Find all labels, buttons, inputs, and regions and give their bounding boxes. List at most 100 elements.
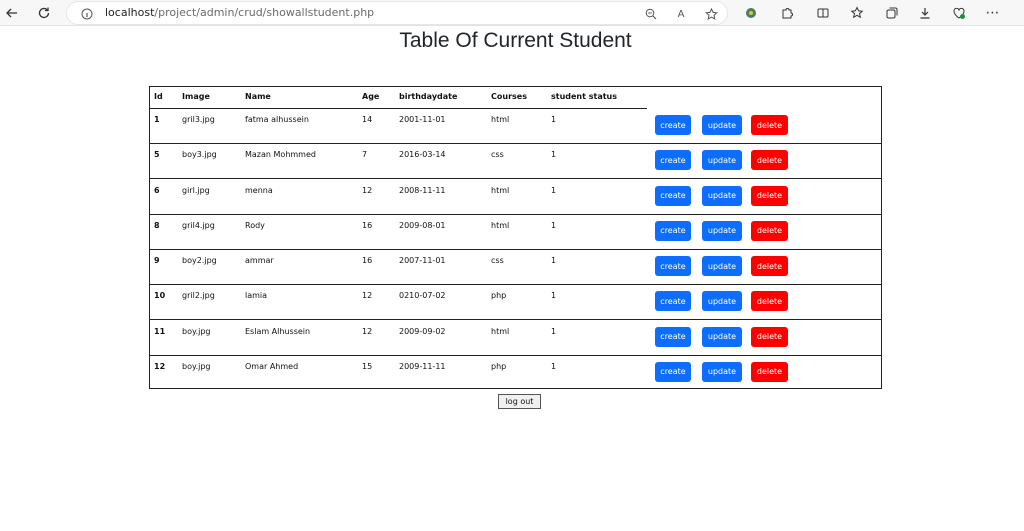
download-icon[interactable] <box>915 3 935 23</box>
cell-id: 11 <box>154 326 166 336</box>
delete-button[interactable]: delete <box>751 256 788 276</box>
back-icon[interactable] <box>2 3 22 23</box>
cell-status: 1 <box>551 361 557 371</box>
cell-id: 8 <box>154 220 160 230</box>
cell-image: girl.jpg <box>182 185 210 195</box>
cell-id: 12 <box>154 361 166 371</box>
favorite-star-icon[interactable] <box>701 4 721 24</box>
cell-birthdate: 2009-08-01 <box>399 220 446 230</box>
cell-name: Eslam Alhussein <box>245 326 311 336</box>
cell-status: 1 <box>551 256 557 265</box>
table-row: 12 boy.jpg Omar Ahmed 15 2009-11-11 php 1 creat… <box>150 356 881 391</box>
header-status: student status <box>551 92 618 101</box>
url-host: localhost <box>105 6 155 19</box>
update-button[interactable]: update <box>702 150 742 171</box>
page-title: Table Of Current Student <box>399 29 632 52</box>
cell-name: lamia <box>245 291 268 301</box>
update-button[interactable]: update <box>702 185 742 206</box>
cell-course: php <box>491 361 507 371</box>
create-button[interactable]: create <box>655 361 691 382</box>
cell-age: 15 <box>362 361 373 371</box>
create-button[interactable]: create <box>655 185 691 206</box>
puzzle-icon[interactable] <box>777 3 797 23</box>
cell-age: 16 <box>362 220 373 230</box>
cell-age: 7 <box>362 150 368 160</box>
cell-status: 1 <box>551 115 557 124</box>
favorites-icon[interactable] <box>847 3 867 23</box>
create-button[interactable]: create <box>655 220 691 241</box>
cell-id: 10 <box>154 291 166 301</box>
cell-image: boy2.jpg <box>182 256 217 265</box>
address-bar[interactable]: localhost/project/admin/crud/showallstud… <box>66 1 728 25</box>
cell-birthdate: 2009-09-02 <box>399 326 446 336</box>
url-text: localhost/project/admin/crud/showallstud… <box>105 6 374 19</box>
cell-course: php <box>491 291 507 301</box>
cell-age: 12 <box>362 326 373 336</box>
delete-button[interactable]: delete <box>751 150 788 171</box>
delete-button[interactable]: delete <box>751 361 788 382</box>
cell-course: css <box>491 256 504 265</box>
update-button[interactable]: update <box>702 326 742 347</box>
cell-course: html <box>491 326 510 336</box>
student-table: Id Image Name Age birthdaydate Courses s… <box>149 86 882 389</box>
create-button[interactable]: create <box>655 115 691 135</box>
cell-status: 1 <box>551 150 557 160</box>
split-screen-icon[interactable] <box>813 3 833 23</box>
performance-icon[interactable] <box>949 3 969 23</box>
header-image: Image <box>182 92 210 101</box>
cell-birthdate: 2009-11-11 <box>399 361 446 371</box>
cell-id: 9 <box>154 256 160 265</box>
more-icon[interactable]: ⋯ <box>983 3 1003 23</box>
url-path: /project/admin/crud/showallstudent.php <box>154 6 375 19</box>
cell-name: ammar <box>245 256 274 265</box>
cell-id: 5 <box>154 150 160 160</box>
header-id: Id <box>154 92 163 101</box>
zoom-icon[interactable] <box>641 4 661 24</box>
table-row: 11 boy.jpg Eslam Alhussein 12 2009-09-02 html… <box>150 321 881 356</box>
info-icon[interactable] <box>77 4 97 24</box>
table-row: 10 gril2.jpg lamia 12 0210-07-02 php 1 create up… <box>150 285 881 321</box>
update-button[interactable]: update <box>702 291 742 312</box>
cell-birthdate: 2008-11-11 <box>399 185 446 195</box>
update-button[interactable]: update <box>702 220 742 241</box>
extension-icon[interactable] <box>741 3 761 23</box>
cell-age: 12 <box>362 291 373 301</box>
update-button[interactable]: update <box>702 115 742 135</box>
delete-button[interactable]: delete <box>751 220 788 241</box>
cell-birthdate: 2001-11-01 <box>399 115 446 124</box>
cell-status: 1 <box>551 291 557 301</box>
cell-birthdate: 0210-07-02 <box>399 291 446 301</box>
table-row: 9 boy2.jpg ammar 16 2007-11-01 css 1 create upda… <box>150 250 881 285</box>
create-button[interactable]: create <box>655 256 691 276</box>
collections-icon[interactable] <box>882 3 902 23</box>
create-button[interactable]: create <box>655 150 691 171</box>
table-row: 1 gril3.jpg fatma alhussein 14 2001-11-01 htm… <box>150 109 881 144</box>
delete-button[interactable]: delete <box>751 185 788 206</box>
cell-course: html <box>491 185 510 195</box>
cell-image: gril3.jpg <box>182 115 215 124</box>
cell-id: 1 <box>154 115 160 124</box>
cell-name: Omar Ahmed <box>245 361 299 371</box>
cell-name: menna <box>245 185 273 195</box>
logout-button[interactable]: log out <box>498 394 541 409</box>
delete-button[interactable]: delete <box>751 326 788 347</box>
delete-button[interactable]: delete <box>751 291 788 312</box>
refresh-icon[interactable] <box>34 3 54 23</box>
cell-id: 6 <box>154 185 160 195</box>
cell-course: css <box>491 150 504 160</box>
cell-course: html <box>491 220 510 230</box>
header-name: Name <box>245 92 271 101</box>
table-header: Id Image Name Age birthdaydate Courses s… <box>150 87 647 109</box>
cell-status: 1 <box>551 326 557 336</box>
header-courses: Courses <box>491 92 527 101</box>
header-birthdate: birthdaydate <box>399 92 458 101</box>
cell-age: 16 <box>362 256 373 265</box>
create-button[interactable]: create <box>655 291 691 312</box>
delete-button[interactable]: delete <box>751 115 788 135</box>
update-button[interactable]: update <box>702 256 742 276</box>
update-button[interactable]: update <box>702 361 742 382</box>
create-button[interactable]: create <box>655 326 691 347</box>
cell-status: 1 <box>551 220 557 230</box>
read-aloud-icon[interactable]: A <box>671 4 691 24</box>
table-row: 5 boy3.jpg Mazan Mohmmed 7 2016-03-14 css 1 cre… <box>150 144 881 180</box>
